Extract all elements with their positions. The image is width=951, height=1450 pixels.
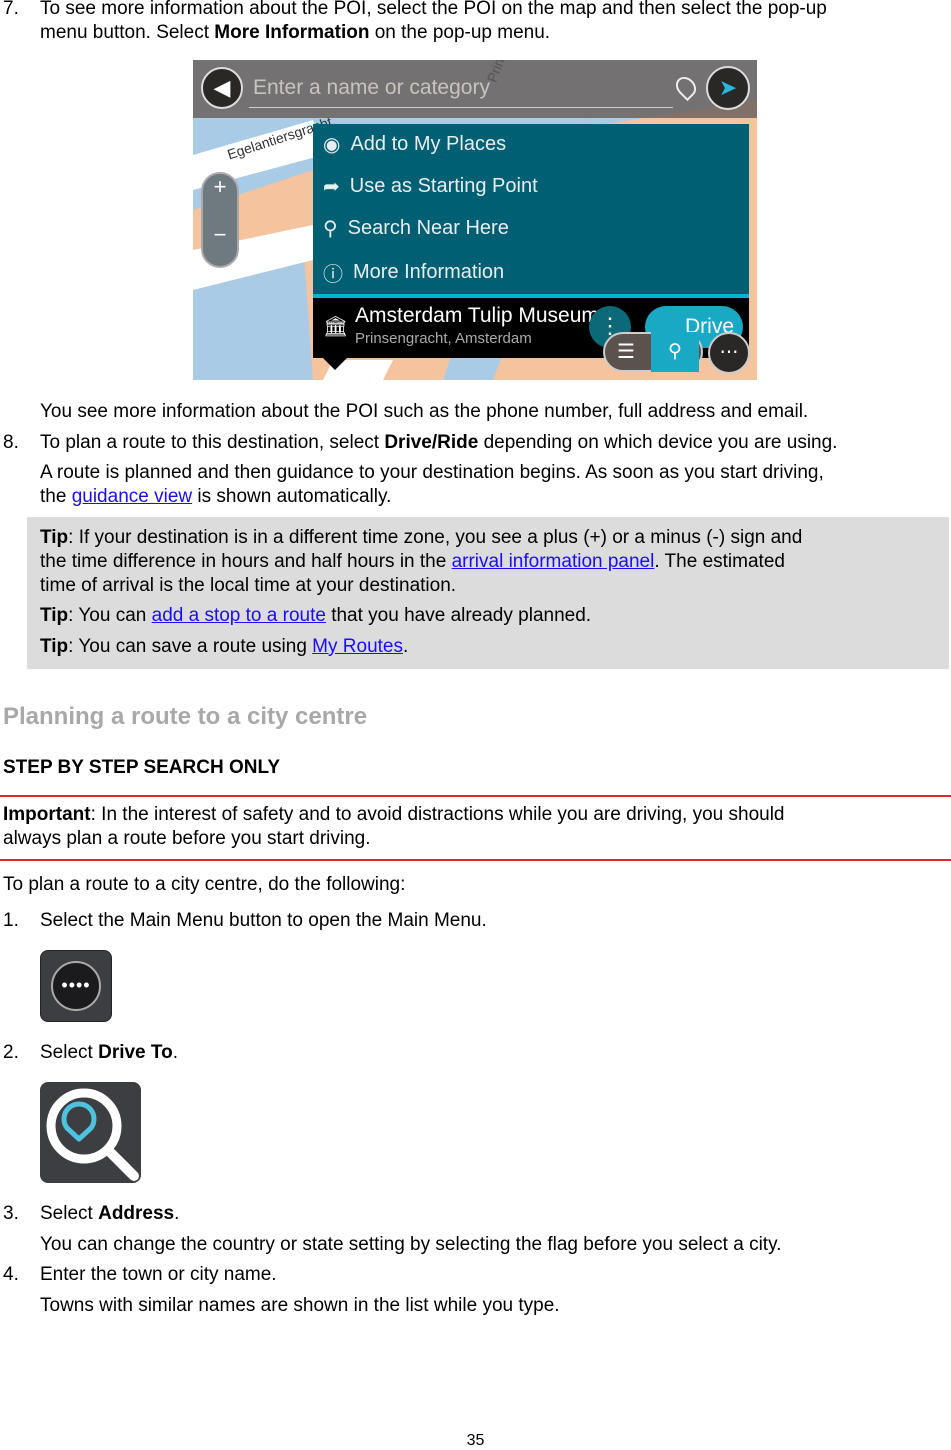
menu-item-use-as-starting-point[interactable]: ➦ Use as Starting Point [323, 174, 538, 199]
paragraph: Towns with similar names are shown in th… [40, 1295, 560, 1316]
keyboard-button[interactable]: ⋯ [708, 332, 750, 374]
step-number: 8. [3, 432, 19, 453]
map-screenshot: ◀ Enter a name or category ➤ Egelantiers… [193, 60, 757, 380]
menu-item-more-information[interactable]: ⓘ More Information [323, 258, 504, 287]
step-number: 1. [3, 910, 19, 931]
my-places-icon: ◉ [323, 134, 341, 156]
tip-text: Tip: If your destination is in a differe… [40, 527, 803, 548]
divider [0, 859, 951, 861]
step-number: 4. [3, 1264, 19, 1285]
guidance-view-link[interactable]: guidance view [72, 486, 192, 507]
step-text: To plan a route to this destination, sel… [40, 432, 838, 453]
subheading: STEP BY STEP SEARCH ONLY [3, 757, 280, 778]
important-text: Important: In the interest of safety and… [3, 804, 785, 825]
main-menu-icon: •••• [40, 950, 112, 1022]
menu-item-add-to-my-places[interactable]: ◉ Add to My Places [323, 132, 506, 157]
navigate-icon: ➦ [323, 176, 340, 198]
paragraph: To plan a route to a city centre, do the… [3, 874, 406, 895]
current-location-button[interactable]: ➤ [706, 66, 750, 110]
tip-text: time of arrival is the local time at you… [40, 575, 457, 596]
search-underline [249, 107, 673, 108]
paragraph: A route is planned and then guidance to … [40, 462, 824, 483]
page-number: 35 [466, 1432, 485, 1449]
section-heading: Planning a route to a city centre [3, 703, 368, 730]
search-map-icon: ⚲ [323, 218, 338, 240]
poi-name: Amsterdam Tulip Museum [355, 304, 599, 327]
info-icon: ⓘ [323, 264, 343, 286]
step-number: 3. [3, 1203, 19, 1224]
zoom-out-button[interactable]: − [203, 222, 237, 248]
paragraph: the guidance view is shown automatically… [40, 486, 392, 507]
poi-address: Prinsengracht, Amsterdam [355, 330, 532, 347]
paragraph: You can change the country or state sett… [40, 1234, 782, 1255]
popup-menu: ◉ Add to My Places ➦ Use as Starting Point… [313, 124, 749, 294]
important-text: always plan a route before you start dri… [3, 828, 371, 849]
step-text: Enter the town or city name. [40, 1264, 277, 1285]
popup-pointer [323, 358, 347, 370]
zoom-control[interactable]: + − [201, 172, 239, 268]
my-routes-link[interactable]: My Routes [312, 636, 403, 657]
add-stop-link[interactable]: add a stop to a route [152, 605, 326, 626]
search-input[interactable]: Enter a name or category [253, 76, 490, 100]
route-icon[interactable]: ⚲ [651, 332, 699, 372]
zoom-in-button[interactable]: + [203, 174, 237, 200]
step-number: 2. [3, 1042, 19, 1063]
tip-text: the time difference in hours and half ho… [40, 551, 785, 572]
divider [0, 795, 951, 797]
step-number: 7. [3, 0, 19, 19]
step-text: Select Drive To. [40, 1042, 178, 1063]
drive-to-search-icon [40, 1082, 141, 1183]
museum-icon: 🏛 [323, 316, 349, 338]
paragraph: You see more information about the POI s… [40, 401, 809, 422]
step-text: menu button. Select More Information on … [40, 22, 551, 43]
arrival-information-panel-link[interactable]: arrival information panel [452, 551, 655, 572]
tip-text: Tip: You can add a stop to a route that … [40, 605, 592, 626]
tip-text: Tip: You can save a route using My Route… [40, 636, 409, 657]
step-text: Select Address. [40, 1203, 180, 1224]
menu-item-search-near-here[interactable]: ⚲ Search Near Here [323, 216, 509, 241]
step-text: To see more information about the POI, s… [40, 0, 827, 19]
step-text: Select the Main Menu button to open the … [40, 910, 487, 931]
back-button[interactable]: ◀ [201, 67, 243, 109]
